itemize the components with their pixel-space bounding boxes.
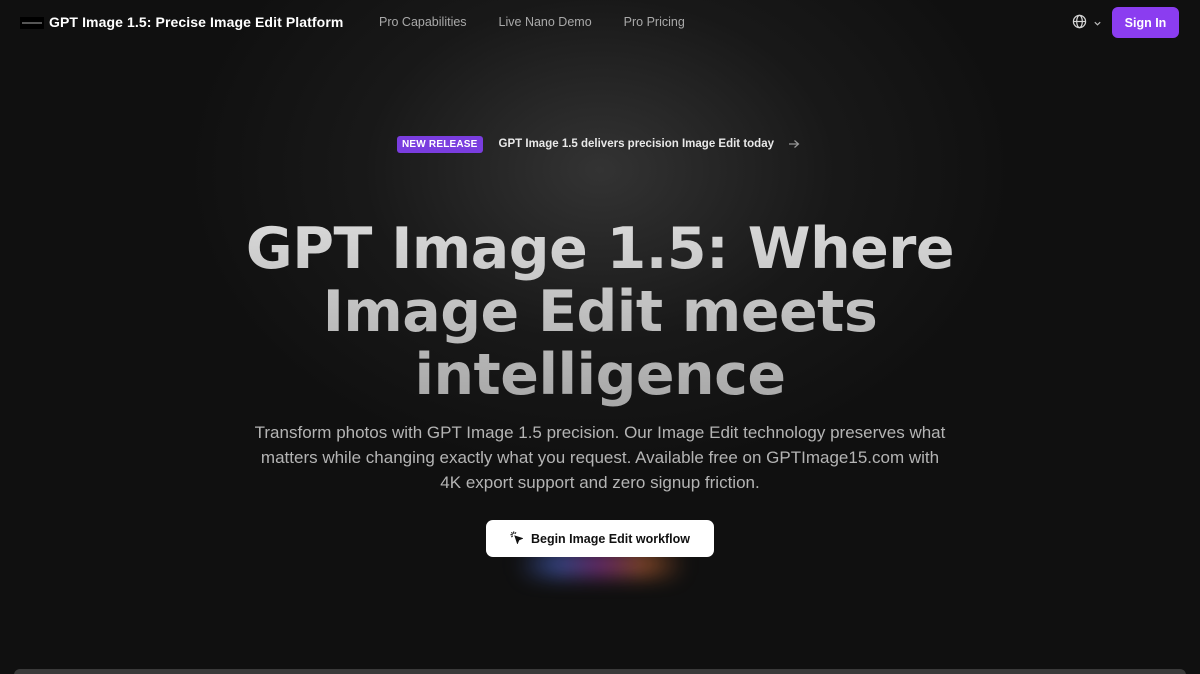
nav-links: Pro Capabilities Live Nano Demo Pro Pric…: [379, 15, 685, 29]
chevron-down-icon: [1093, 15, 1102, 33]
arrow-right-icon: [788, 139, 800, 149]
begin-image-edit-button[interactable]: Begin Image Edit workflow: [486, 520, 714, 557]
nav-link-live-nano-demo[interactable]: Live Nano Demo: [499, 15, 592, 29]
globe-icon: [1072, 14, 1087, 34]
sparkle-cursor-icon: [510, 530, 524, 547]
announcement-text: GPT Image 1.5 delivers precision Image E…: [498, 138, 775, 150]
hero-title-line: GPT Image 1.5: Where: [245, 216, 955, 282]
sign-in-button[interactable]: Sign In: [1112, 7, 1179, 38]
brand-title[interactable]: GPT Image 1.5: Precise Image Edit Platfo…: [49, 14, 343, 30]
hero-title-line: Image Edit meets: [322, 279, 878, 345]
nav-link-pro-capabilities[interactable]: Pro Capabilities: [379, 15, 467, 29]
cta-container: Begin Image Edit workflow: [486, 520, 714, 580]
cta-label: Begin Image Edit workflow: [530, 531, 691, 546]
announcement-banner[interactable]: NEW RELEASE GPT Image 1.5 delivers preci…: [397, 135, 800, 153]
hero-title-line: intelligence: [414, 342, 786, 408]
language-selector[interactable]: [1072, 14, 1102, 34]
new-release-badge: NEW RELEASE: [397, 135, 483, 153]
logo[interactable]: [20, 17, 44, 29]
hero-title: GPT Image 1.5: Where Image Edit meets in…: [150, 218, 1050, 407]
bottom-panel-edge: [14, 669, 1186, 674]
nav-link-pro-pricing[interactable]: Pro Pricing: [624, 15, 685, 29]
hero-subtitle: Transform photos with GPT Image 1.5 prec…: [254, 423, 946, 492]
top-nav: GPT Image 1.5: Precise Image Edit Platfo…: [0, 0, 1200, 46]
